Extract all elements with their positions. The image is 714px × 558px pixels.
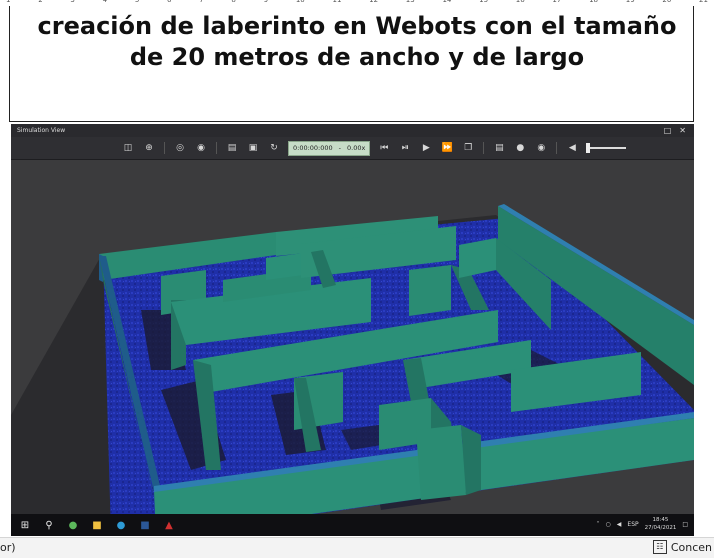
- reset-simulation-icon[interactable]: ⏮: [377, 141, 391, 155]
- screenshot-camera-icon[interactable]: ◉: [534, 141, 548, 155]
- open-world-icon[interactable]: ▤: [225, 141, 239, 155]
- clock-date: 27/04/2021: [644, 525, 677, 531]
- simulation-toolbar: ◫ ⊕ ◎ ◉ ▤ ▣ ↻ 0:00:00:000 - 0.00x ⏮ ⏯ ▶ …: [11, 137, 694, 160]
- notifications-icon[interactable]: □: [682, 521, 688, 528]
- document-title: creación de laberinto en Webots con el t…: [22, 11, 692, 73]
- windows-taskbar: ⊞ ⚲ ● ■ ● ■ ▲ ˄ ○ ◀ ESP 18:45 27/04/2021…: [11, 514, 694, 536]
- simulation-speed: 0.00x: [347, 143, 366, 152]
- hide-scene-tree-icon[interactable]: ◫: [121, 141, 135, 155]
- status-bar: or) ☷ Concen: [0, 537, 714, 558]
- document-page: creación de laberinto en Webots con el t…: [0, 6, 714, 124]
- network-icon[interactable]: ○: [606, 521, 611, 528]
- system-tray: ˄ ○ ◀ ESP 18:45 27/04/2021 □: [597, 516, 688, 532]
- simulation-time: 0:00:00:000: [293, 143, 333, 152]
- focus-mode-icon[interactable]: ☷: [652, 540, 667, 554]
- speaker-icon[interactable]: ◀: [617, 521, 622, 528]
- add-node-icon[interactable]: ⊕: [142, 141, 156, 155]
- volume-icon[interactable]: ◀: [565, 141, 579, 155]
- restore-icon[interactable]: □: [664, 124, 672, 137]
- chrome-icon[interactable]: ●: [65, 517, 81, 533]
- play-icon[interactable]: ▶: [419, 141, 433, 155]
- simulation-time-display: 0:00:00:000 - 0.00x: [288, 140, 371, 156]
- step-icon[interactable]: ⏯: [398, 141, 412, 155]
- reload-world-icon[interactable]: ↻: [267, 141, 281, 155]
- maze-3d-viewport[interactable]: [11, 160, 694, 536]
- clock-time: 18:45: [652, 517, 669, 523]
- edge-icon[interactable]: ●: [113, 517, 129, 533]
- follow-object-icon[interactable]: ◎: [173, 141, 187, 155]
- chevron-up-icon[interactable]: ˄: [597, 521, 600, 528]
- rendering-toggle-icon[interactable]: ❐: [461, 141, 475, 155]
- fast-forward-icon[interactable]: ⏩: [440, 141, 454, 155]
- close-icon[interactable]: ✕: [679, 124, 686, 137]
- webots-icon[interactable]: ▲: [161, 517, 177, 533]
- search-icon[interactable]: ⚲: [41, 517, 57, 533]
- status-left-text: or): [0, 541, 16, 554]
- save-world-icon[interactable]: ▣: [246, 141, 260, 155]
- word-icon[interactable]: ■: [137, 517, 153, 533]
- windows-start-icon[interactable]: ⊞: [17, 517, 33, 533]
- title-text-box[interactable]: creación de laberinto en Webots con el t…: [9, 6, 694, 122]
- volume-slider[interactable]: [586, 141, 627, 155]
- record-icon[interactable]: ●: [513, 141, 527, 155]
- simulation-view-title: Simulation View: [17, 127, 66, 134]
- movie-icon[interactable]: ▤: [492, 141, 506, 155]
- focus-mode-button[interactable]: Concen: [671, 541, 712, 554]
- title-line-2: de 20 metros de ancho y de largo: [129, 43, 585, 71]
- view-eye-icon[interactable]: ◉: [194, 141, 208, 155]
- title-line-1: creación de laberinto en Webots con el t…: [37, 12, 677, 40]
- taskbar-clock[interactable]: 18:45 27/04/2021: [645, 516, 677, 532]
- file-explorer-icon[interactable]: ■: [89, 517, 105, 533]
- webots-screenshot[interactable]: Simulation View □ ✕ ◫ ⊕ ◎ ◉ ▤ ▣ ↻ 0:00:0…: [11, 124, 694, 536]
- volume-slider-thumb[interactable]: [586, 143, 591, 153]
- language-indicator[interactable]: ESP: [627, 521, 638, 528]
- simulation-view-header: Simulation View □ ✕: [11, 124, 694, 137]
